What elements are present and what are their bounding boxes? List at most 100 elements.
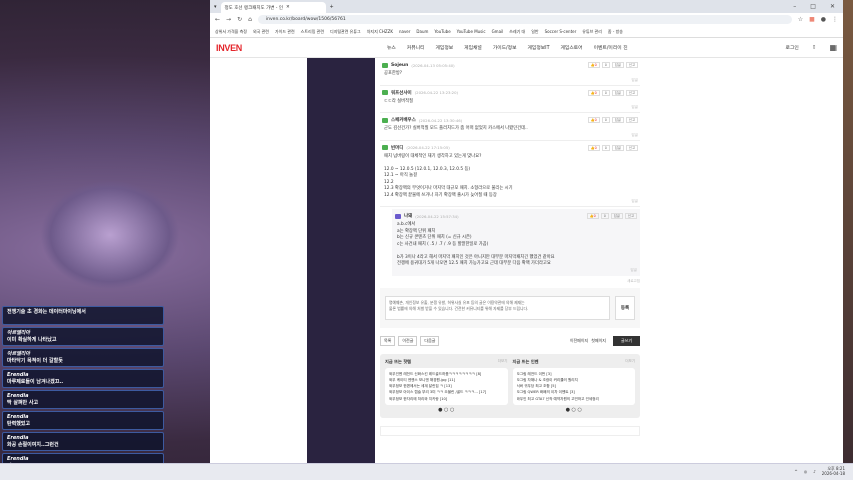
downvote-button[interactable]: 0 xyxy=(601,89,610,96)
bookmark-item[interactable]: YouTube Music xyxy=(457,29,486,34)
downvote-button[interactable]: 0 xyxy=(600,213,609,219)
report-button[interactable]: 신고 xyxy=(625,89,638,96)
hot-item[interactable]: 와우정보 아이스 캡슐 부리 3미 ㅋㅋ 오믈린 /골드 ㅋㅋㅋ... [17] xyxy=(389,389,504,395)
nav-item[interactable]: 게임채널 xyxy=(464,44,482,51)
bookmark-item[interactable]: 차지지 CHZZK xyxy=(367,29,393,35)
pagination-dots[interactable]: ● ○ ○ xyxy=(385,407,508,413)
profile-icon[interactable]: ● xyxy=(821,16,826,23)
maximize-button[interactable]: □ xyxy=(810,3,816,10)
comment-author[interactable]: 빈머디 xyxy=(391,145,403,151)
reply-button[interactable]: 답글 xyxy=(611,62,624,68)
hot-item[interactable]: 와우정보 한자리에 처리와 지키랑 [10] xyxy=(389,396,504,402)
report-button[interactable]: 신고 xyxy=(625,117,638,123)
browser-tab[interactable]: 정도 호선 랭크패치도 가변 - 인 ✕ xyxy=(220,2,326,13)
list-button[interactable]: 목록 xyxy=(380,335,396,346)
login-link[interactable]: 로그인 xyxy=(786,44,799,51)
next-post-button[interactable]: 다음글 xyxy=(420,335,440,346)
clock[interactable]: 오후 8:21 2026-04-18 xyxy=(822,466,845,476)
home-icon[interactable]: ⌂ xyxy=(248,16,252,23)
hot-item[interactable]: 와우인 최고 GTA7 신작 예약자원의 고민하고 인세정리 xyxy=(517,396,632,402)
prev-post-button[interactable]: 이전글 xyxy=(398,335,418,346)
bookmark-item[interactable]: Soccer S-center xyxy=(545,29,577,34)
first-page-link[interactable]: 첫페이지 xyxy=(591,338,606,344)
nav-item[interactable]: 게임정보IT xyxy=(528,44,550,51)
bookmark-item[interactable]: 유튜브 관리 xyxy=(582,29,602,35)
upvote-button[interactable]: 👍0 xyxy=(587,62,600,68)
reply-link[interactable]: 답글 xyxy=(382,133,638,138)
pagination-dots[interactable]: ● ○ ○ xyxy=(513,407,636,413)
prev-page-link[interactable]: 이전페이지 xyxy=(570,338,588,344)
bookmark-item[interactable]: 스트리밍 관련 xyxy=(301,29,324,35)
chat-message: 아르엘리아 마타닥기 목적이 더 갈할듯 xyxy=(2,348,164,367)
reply-link[interactable]: 답글 xyxy=(382,78,638,83)
comment-textarea[interactable]: 명예훼손, 개인정보 유출, 분쟁 유발, 허위사실 유포 등의 글은 이용약관… xyxy=(385,295,610,320)
back-icon[interactable]: ← xyxy=(215,16,220,23)
upvote-button[interactable]: 👍0 xyxy=(586,213,599,219)
new-tab-button[interactable]: + xyxy=(330,4,334,10)
extension-icon[interactable]: ■ xyxy=(809,16,815,23)
upvote-button[interactable]: 👍0 xyxy=(587,117,600,123)
tab-menu-icon[interactable]: ▾ xyxy=(214,4,217,10)
url-input[interactable]: inven.co.kr/board/wow/1506/56761 xyxy=(257,15,792,24)
bookmark-item[interactable]: naver xyxy=(399,29,410,34)
upvote-button[interactable]: 👍0 xyxy=(587,144,600,151)
reload-icon[interactable]: ↻ xyxy=(237,16,242,23)
reply-button[interactable]: 답글 xyxy=(610,213,623,219)
reply-button[interactable]: 답글 xyxy=(611,117,624,123)
nav-item[interactable]: 게임정보 xyxy=(436,44,454,51)
bookmark-item[interactable]: Gmail xyxy=(492,29,504,34)
bookmark-item[interactable]: 쓰레기 대 xyxy=(509,29,525,35)
downvote-button[interactable]: 0 xyxy=(601,62,610,68)
chat-text: 전쟁기술 초 경화는 데이터마이닝에서 xyxy=(7,309,86,315)
reply-comment: 나돼 (2026-04-22 15:57:34) 👍0 0 답글 신고 a.b.c에서 a는 … xyxy=(392,209,640,276)
ad-banner[interactable] xyxy=(380,425,640,436)
tray-up-icon[interactable]: ^ xyxy=(794,469,797,474)
comment-author[interactable]: 스페커배우스 xyxy=(391,117,416,123)
close-window-button[interactable]: ✕ xyxy=(830,3,835,10)
report-button[interactable]: 신고 xyxy=(625,144,638,151)
downvote-button[interactable]: 0 xyxy=(601,117,610,123)
comment-author[interactable]: 나돼 xyxy=(404,213,412,219)
volume-icon[interactable]: ♪ xyxy=(813,469,816,474)
refresh-link[interactable]: 새로고침 xyxy=(380,279,640,284)
bookmark-item[interactable]: 가이드 관련 xyxy=(275,29,295,35)
hot-panel: 지금 뜨는 인벤 더보기 오그림 레전드 이번 [3] 오그림 자해나 & 조광이 커… xyxy=(512,359,636,413)
comment-author[interactable]: 워프선샤이 xyxy=(391,90,412,96)
comment-author[interactable]: Sojeun xyxy=(391,63,408,68)
bookmark-item[interactable]: 외국 관련 xyxy=(253,29,269,35)
more-link[interactable]: 더보기 xyxy=(625,359,635,365)
nav-item[interactable]: 가이드/정보 xyxy=(493,44,517,51)
apps-grid-icon[interactable]: ▦ xyxy=(829,43,837,52)
network-icon[interactable]: ◎ xyxy=(804,469,808,474)
reply-link[interactable]: 답글 xyxy=(382,105,638,110)
upvote-button[interactable]: 👍0 xyxy=(587,89,600,96)
minimize-button[interactable]: – xyxy=(793,3,796,10)
reply-button[interactable]: 답글 xyxy=(611,144,624,151)
mobile-icon[interactable]: ▯ xyxy=(813,45,816,50)
bookmark-item[interactable]: 디지털관련 유튜그 xyxy=(330,29,361,35)
nav-item[interactable]: 게임스토어 xyxy=(561,44,583,51)
write-button[interactable]: 글쓰기 xyxy=(612,335,640,346)
bookmark-item[interactable]: Daum xyxy=(416,29,428,34)
star-icon[interactable]: ☆ xyxy=(798,16,803,23)
report-button[interactable]: 신고 xyxy=(624,213,637,219)
nav-item[interactable]: 커뮤니티 xyxy=(407,44,425,51)
bookmark-item[interactable]: 좀 - 방송 xyxy=(608,29,623,35)
reply-button[interactable]: 답글 xyxy=(611,89,624,96)
reply-link[interactable]: 답글 xyxy=(382,199,638,204)
forward-icon[interactable]: → xyxy=(226,16,231,23)
register-button[interactable]: 등록 xyxy=(615,295,635,320)
inven-logo[interactable]: INVEN xyxy=(216,43,242,53)
nav-item[interactable]: 이벤트/이리이 진 xyxy=(594,44,628,51)
menu-icon[interactable]: ⋮ xyxy=(832,16,838,23)
bookmark-item[interactable]: YouTube xyxy=(434,29,450,34)
bookmark-item[interactable]: 상위서 가격을 측정 xyxy=(215,29,247,35)
chat-message: Erendia 탄력했었고 xyxy=(2,411,164,430)
bookmark-item[interactable]: 일반 xyxy=(531,29,538,35)
reply-link[interactable]: 답글 xyxy=(395,268,637,273)
report-button[interactable]: 신고 xyxy=(625,62,638,68)
nav-item[interactable]: 뉴스 xyxy=(387,44,396,51)
close-tab-icon[interactable]: ✕ xyxy=(286,5,290,10)
more-link[interactable]: 더보기 xyxy=(498,359,508,365)
downvote-button[interactable]: 0 xyxy=(601,144,610,151)
